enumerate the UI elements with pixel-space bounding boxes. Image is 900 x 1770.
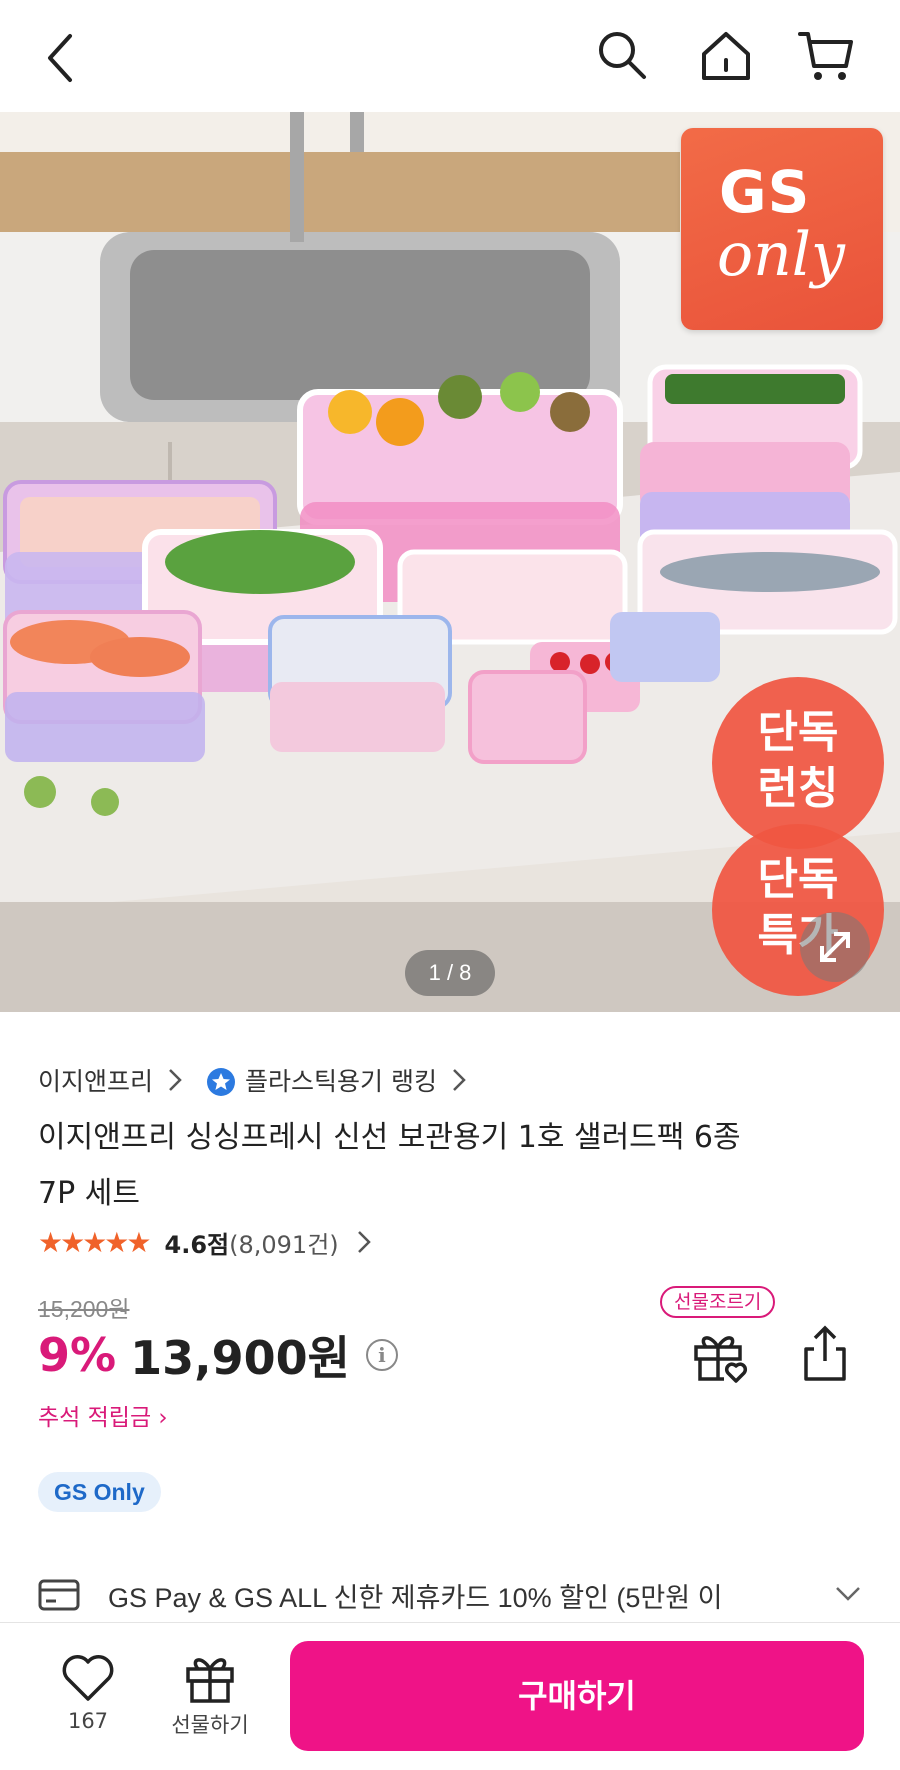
- product-title: 이지앤프리 싱싱프레시 신선 보관용기 1호 샐러드팩 6종 7P 세트: [38, 1110, 838, 1222]
- top-bar: [0, 0, 900, 112]
- image-counter: 1 / 8: [405, 950, 495, 996]
- chevron-left-icon[interactable]: [40, 28, 90, 88]
- event-link[interactable]: 추석 적립금 ›: [38, 1398, 168, 1432]
- gift-request-tag[interactable]: 선물조르기: [660, 1286, 776, 1318]
- launch-line1: 단독: [757, 707, 839, 758]
- share-icon[interactable]: [800, 1323, 850, 1383]
- heart-icon: [62, 1655, 114, 1701]
- home-icon[interactable]: [696, 26, 756, 86]
- review-count: (8,091건): [229, 1230, 339, 1259]
- rating-stars-icon: ★★★★★: [38, 1225, 152, 1259]
- chevron-down-icon[interactable]: [834, 1582, 862, 1606]
- search-icon[interactable]: [592, 26, 652, 86]
- card-promo-text: GS Pay & GS ALL 신한 제휴카드 10% 할인 (5만원 이: [108, 1582, 723, 1613]
- like-count: 167: [67, 1709, 109, 1733]
- info-icon[interactable]: i: [365, 1339, 398, 1371]
- price-row: 9% 13,900원 i: [38, 1325, 398, 1385]
- rating-row[interactable]: ★★★★★ 4.6점 (8,091건): [38, 1222, 371, 1262]
- chevron-right-icon: [357, 1231, 371, 1253]
- gift-button[interactable]: 선물하기: [160, 1653, 260, 1739]
- rating-score: 4.6점: [164, 1230, 230, 1259]
- medal-icon: [207, 1068, 236, 1096]
- expand-icon[interactable]: [800, 912, 870, 982]
- gift-label: 선물하기: [171, 1713, 249, 1737]
- gs-only-pill: GS Only: [38, 1472, 161, 1512]
- chevron-right-icon: [453, 1069, 466, 1091]
- gs-badge-line1: GS: [719, 158, 811, 226]
- original-price: 15,200원: [38, 1296, 130, 1322]
- ranking-link[interactable]: 플라스틱용기 랭킹: [245, 1062, 437, 1098]
- product-title-line2: 7P 세트: [38, 1176, 140, 1211]
- credit-card-icon: [38, 1579, 80, 1611]
- discount-rate: 9%: [38, 1328, 117, 1382]
- gift-icon: [186, 1658, 234, 1703]
- buy-button[interactable]: 구매하기: [290, 1641, 864, 1751]
- bottom-action-bar: 167 선물하기 구매하기: [0, 1622, 900, 1770]
- brand-link[interactable]: 이지앤프리: [38, 1062, 153, 1098]
- product-image-carousel[interactable]: GS only 단독 런칭 단독 특가 1 / 8: [0, 112, 900, 1012]
- like-button[interactable]: 167: [58, 1653, 118, 1733]
- breadcrumb: 이지앤프리 플라스틱용기 랭킹: [38, 1060, 489, 1100]
- sale-price: 13,900원: [130, 1331, 350, 1385]
- gift-heart-icon[interactable]: [690, 1325, 750, 1385]
- chevron-right-icon: [169, 1069, 182, 1091]
- card-promo-row[interactable]: GS Pay & GS ALL 신한 제휴카드 10% 할인 (5만원 이: [38, 1570, 868, 1620]
- gs-badge-line2: only: [717, 220, 845, 290]
- deal-line1: 단독: [757, 854, 839, 905]
- cart-icon[interactable]: [796, 26, 856, 86]
- gs-only-badge: GS only: [681, 128, 883, 330]
- product-title-line1: 이지앤프리 싱싱프레시 신선 보관용기 1호 샐러드팩 6종: [38, 1120, 741, 1155]
- launch-line2: 런칭: [757, 763, 839, 814]
